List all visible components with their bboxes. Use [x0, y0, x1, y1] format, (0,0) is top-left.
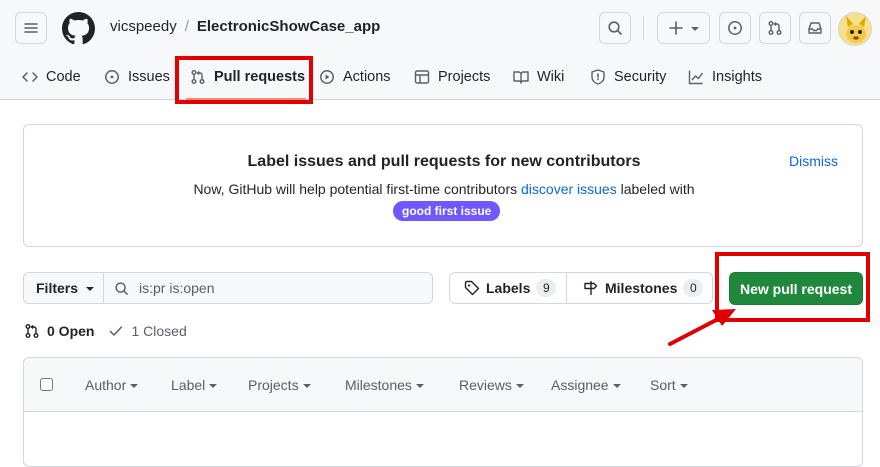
create-new-button[interactable] — [657, 12, 710, 44]
search-input[interactable]: is:pr is:open — [103, 272, 433, 304]
dismiss-link[interactable]: Dismiss — [789, 153, 838, 169]
pr-list-header: Author Label Projects Milestones Reviews… — [24, 358, 862, 412]
annotation-highlight-new-pr-button — [715, 252, 870, 322]
repo-owner-link[interactable]: vicspeedy — [110, 18, 177, 35]
filters-label: Filters — [36, 280, 79, 296]
milestone-icon — [584, 281, 598, 295]
shield-icon — [591, 69, 605, 85]
github-logo-icon[interactable] — [62, 12, 95, 45]
label-filter-label: Label — [171, 377, 206, 393]
tab-issues[interactable]: Issues — [104, 60, 170, 94]
search-button[interactable] — [599, 12, 631, 44]
chevron-down-icon — [612, 384, 621, 388]
open-prs-link[interactable]: 0 Open — [24, 323, 94, 339]
tab-insights-label: Insights — [712, 69, 762, 85]
tab-wiki[interactable]: Wiki — [513, 60, 564, 94]
labels-count: 9 — [536, 279, 557, 297]
chevron-down-icon — [690, 27, 699, 31]
issue-opened-icon — [728, 21, 742, 35]
repo-nav: Code Issues Pull requests Actions Projec… — [0, 60, 880, 144]
reviews-filter-label: Reviews — [459, 377, 512, 393]
issues-button[interactable] — [719, 12, 751, 44]
closed-prs-link[interactable]: 1 Closed — [108, 323, 187, 339]
chevron-down-icon — [679, 384, 688, 388]
play-icon — [320, 70, 334, 84]
labels-button[interactable]: Labels 9 — [449, 272, 567, 304]
chevron-down-icon — [415, 384, 424, 388]
assignee-filter[interactable]: Assignee — [551, 377, 621, 393]
reviews-filter[interactable]: Reviews — [459, 377, 524, 393]
pr-state-tabs: 0 Open 1 Closed — [24, 323, 187, 339]
breadcrumb: vicspeedy / ElectronicShowCase_app — [110, 18, 380, 35]
tab-projects[interactable]: Projects — [414, 60, 490, 94]
annotation-highlight-pull-requests-tab — [175, 56, 313, 104]
inbox-button[interactable] — [799, 12, 831, 44]
labels-label: Labels — [486, 280, 531, 296]
tab-issues-label: Issues — [128, 69, 170, 85]
header-divider — [643, 16, 644, 40]
user-avatar[interactable] — [838, 12, 872, 46]
banner-text-before: Now, GitHub will help potential first-ti… — [193, 181, 522, 197]
milestones-count: 0 — [683, 279, 704, 297]
search-icon — [608, 21, 622, 35]
tab-code[interactable]: Code — [22, 60, 81, 94]
select-all-checkbox[interactable] — [40, 378, 53, 391]
milestones-label: Milestones — [605, 280, 678, 296]
repo-name-link[interactable]: ElectronicShowCase_app — [197, 18, 380, 35]
tab-actions-label: Actions — [343, 69, 391, 85]
projects-filter[interactable]: Projects — [248, 377, 311, 393]
chevron-down-icon — [209, 384, 218, 388]
author-filter[interactable]: Author — [85, 377, 139, 393]
inbox-icon — [808, 22, 822, 34]
code-icon — [22, 72, 38, 82]
table-icon — [414, 70, 430, 84]
author-filter-label: Author — [85, 377, 127, 393]
tab-security-label: Security — [614, 69, 667, 85]
issue-opened-icon — [105, 70, 119, 84]
search-value: is:pr is:open — [139, 280, 215, 296]
plus-icon — [668, 21, 683, 35]
tab-projects-label: Projects — [438, 69, 491, 85]
banner-title: Label issues and pull requests for new c… — [247, 153, 641, 170]
book-icon — [513, 71, 529, 84]
label-filter[interactable]: Label — [171, 377, 218, 393]
sort-filter-label: Sort — [650, 377, 676, 393]
chevron-down-icon — [86, 287, 95, 291]
first-time-contributors-banner: Label issues and pull requests for new c… — [23, 124, 863, 247]
chevron-down-icon — [515, 384, 524, 388]
tab-actions[interactable]: Actions — [319, 60, 391, 94]
git-pull-request-icon — [768, 21, 782, 35]
milestones-filter-label: Milestones — [345, 377, 412, 393]
hamburger-icon — [24, 23, 38, 33]
tab-code-label: Code — [46, 69, 81, 85]
pull-requests-button[interactable] — [759, 12, 791, 44]
banner-description: Now, GitHub will help potential first-ti… — [24, 181, 864, 197]
check-icon — [110, 326, 123, 336]
discover-issues-link[interactable]: discover issues — [521, 181, 617, 197]
projects-filter-label: Projects — [248, 377, 299, 393]
graph-icon — [688, 70, 704, 85]
good-first-issue-label[interactable]: good first issue — [393, 201, 501, 221]
tab-insights[interactable]: Insights — [688, 60, 762, 94]
open-prs-count: 0 Open — [47, 323, 95, 339]
filters-dropdown[interactable]: Filters — [23, 272, 104, 304]
assignee-filter-label: Assignee — [551, 377, 609, 393]
milestones-button[interactable]: Milestones 0 — [566, 272, 713, 304]
avatar-image-icon — [839, 13, 871, 45]
chevron-down-icon — [302, 384, 311, 388]
tab-wiki-label: Wiki — [537, 69, 565, 85]
closed-prs-count: 1 Closed — [131, 323, 187, 339]
milestones-filter[interactable]: Milestones — [345, 377, 424, 393]
banner-text-after: labeled with — [616, 181, 695, 197]
chevron-down-icon — [130, 384, 139, 388]
menu-button[interactable] — [15, 12, 47, 44]
pr-list: Author Label Projects Milestones Reviews… — [23, 357, 863, 467]
breadcrumb-separator: / — [184, 18, 189, 35]
sort-filter[interactable]: Sort — [650, 377, 688, 393]
tab-security[interactable]: Security — [590, 60, 666, 94]
git-pull-request-icon — [25, 324, 39, 338]
tag-icon — [464, 280, 480, 296]
search-icon — [115, 281, 128, 295]
